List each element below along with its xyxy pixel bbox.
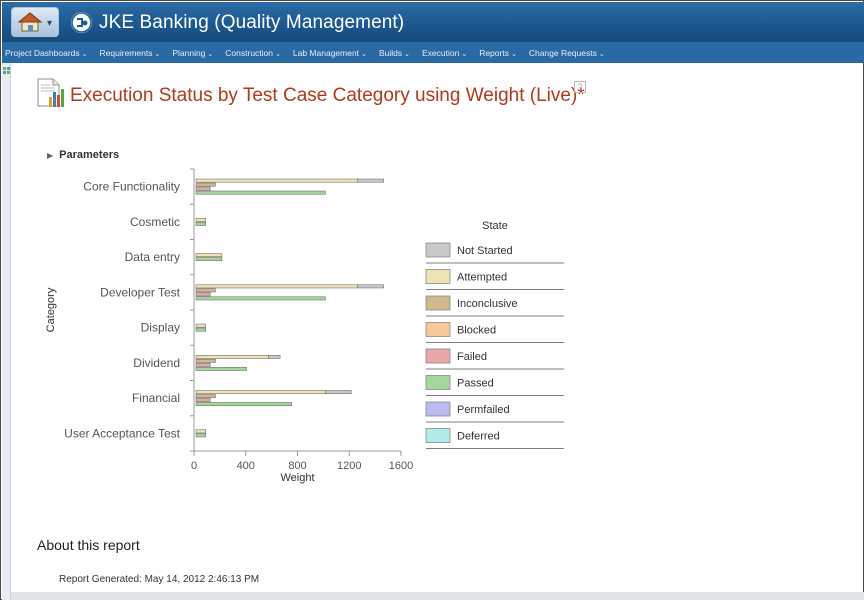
y-tick-label-financial: Financial xyxy=(132,391,180,405)
bar-financial-passed xyxy=(195,402,293,407)
chevron-down-icon: ⌄ xyxy=(404,50,410,58)
menu-requirements[interactable]: Requirements ⌄ xyxy=(100,48,161,58)
x-axis-label: Weight xyxy=(280,472,314,484)
x-tick-label: 1200 xyxy=(337,460,361,472)
menu-project-dashboards[interactable]: Project Dashboards ⌄ xyxy=(5,48,88,58)
bar-core-functionality-attempted xyxy=(195,178,359,183)
y-tick-label-core-functionality: Core Functionality xyxy=(83,180,180,194)
report-icon xyxy=(37,78,64,107)
bar-financial-not-started xyxy=(325,390,352,395)
menu-planning[interactable]: Planning ⌄ xyxy=(172,48,213,58)
legend-label-inconclusive: Inconclusive xyxy=(457,298,518,310)
bar-core-functionality-failed xyxy=(195,186,211,191)
legend-label-deferred: Deferred xyxy=(457,431,500,443)
legend-swatch-inconclusive xyxy=(425,295,451,311)
legend-label-passed: Passed xyxy=(457,378,494,390)
bar-developer-test-passed xyxy=(195,296,326,301)
menu-construction[interactable]: Construction ⌄ xyxy=(225,48,281,58)
legend-swatch-blocked xyxy=(425,322,451,337)
home-icon xyxy=(17,12,43,32)
bar-financial-inconclusive xyxy=(195,394,216,399)
bar-core-functionality-passed xyxy=(195,190,326,195)
chevron-down-icon: ⌄ xyxy=(361,50,367,58)
title-bar: ▾ JKE Banking (Quality Management) xyxy=(2,2,864,42)
grid-icon[interactable] xyxy=(3,67,11,75)
legend-title: State xyxy=(482,220,508,232)
menu-change-requests[interactable]: Change Requests ⌄ xyxy=(529,48,605,58)
bar-financial-failed xyxy=(195,398,211,403)
bottom-scroll-strip[interactable] xyxy=(11,592,864,600)
legend-swatch-passed xyxy=(425,375,451,390)
bar-user-acceptance-test-attempted xyxy=(195,429,207,434)
y-tick-label-developer-test: Developer Test xyxy=(100,285,180,299)
bar-data-entry-attempted xyxy=(195,253,223,258)
triangle-right-icon: ▶ xyxy=(47,151,54,160)
x-tick-label: 1600 xyxy=(389,460,413,472)
menu-builds[interactable]: Builds ⌄ xyxy=(379,48,410,58)
chevron-down-icon: ▾ xyxy=(47,18,53,29)
bar-developer-test-failed xyxy=(195,292,211,297)
menu-reports[interactable]: Reports ⌄ xyxy=(479,48,517,58)
parameters-toggle[interactable]: ▶ Parameters xyxy=(47,149,119,161)
bar-user-acceptance-test-passed xyxy=(195,433,207,438)
parameters-label: Parameters xyxy=(59,149,120,161)
execution-status-chart: Core Functionality Cosmetic Data entry Deve… xyxy=(45,168,564,484)
y-tick-label-display: Display xyxy=(141,321,180,335)
chevron-down-icon: ⌄ xyxy=(275,50,281,58)
report-title: Execution Status by Test Case Category u… xyxy=(70,85,585,106)
bar-dividend-failed xyxy=(195,362,211,367)
bar-developer-test-not-started xyxy=(357,284,384,289)
help-icon[interactable]: ? xyxy=(574,81,586,93)
chevron-down-icon: ⌄ xyxy=(81,50,88,58)
main-menu-bar: Project Dashboards ⌄ Requirements ⌄ Planni… xyxy=(2,42,864,63)
legend-swatch-deferred xyxy=(425,428,451,443)
bar-dividend-inconclusive xyxy=(195,358,216,363)
bar-data-entry-passed xyxy=(195,257,223,262)
bar-cosmetic-passed xyxy=(195,221,207,226)
home-menu-button[interactable]: ▾ xyxy=(11,7,59,37)
legend-label-blocked: Blocked xyxy=(457,325,496,337)
legend-label-failed: Failed xyxy=(457,351,487,363)
x-tick-label: 400 xyxy=(237,460,255,472)
about-report-heading: About this report xyxy=(37,537,140,553)
menu-execution[interactable]: Execution ⌄ xyxy=(422,48,467,58)
chevron-down-icon: ⌄ xyxy=(461,50,468,58)
app-title: JKE Banking (Quality Management) xyxy=(99,12,405,33)
legend-label-attempted: Attempted xyxy=(457,272,507,284)
y-tick-label-data-entry: Data entry xyxy=(125,250,180,264)
legend-label-permfailed: Permfailed xyxy=(457,404,510,416)
chevron-down-icon: ⌄ xyxy=(154,50,161,58)
legend-swatch-permfailed xyxy=(425,401,451,417)
x-tick-label: 0 xyxy=(191,460,197,472)
bar-cosmetic-attempted xyxy=(195,217,207,222)
chevron-down-icon: ⌄ xyxy=(510,50,517,58)
bar-display-attempted xyxy=(195,323,207,328)
bar-core-functionality-inconclusive xyxy=(195,182,216,187)
chevron-down-icon: ⌄ xyxy=(598,50,605,58)
legend-swatch-attempted xyxy=(425,269,451,284)
report-generated-text: Report Generated: May 14, 2012 2:46:13 P… xyxy=(59,574,260,585)
bar-developer-test-inconclusive xyxy=(195,288,216,293)
legend-swatch-not-started xyxy=(425,242,451,258)
menu-lab-management[interactable]: Lab Management ⌄ xyxy=(293,48,367,58)
left-side-strip xyxy=(2,63,11,600)
y-axis-label: Category xyxy=(45,287,57,332)
y-tick-label-cosmetic: Cosmetic xyxy=(130,215,180,229)
legend-label-not-started: Not Started xyxy=(457,245,513,257)
bar-dividend-passed xyxy=(195,366,247,371)
bar-developer-test-attempted xyxy=(195,284,359,289)
jazz-logo-icon xyxy=(71,12,92,33)
x-tick-label: 800 xyxy=(288,460,306,472)
bar-dividend-attempted xyxy=(195,354,269,359)
bar-display-passed xyxy=(195,327,207,332)
y-tick-label-user-acceptance-test: User Acceptance Test xyxy=(64,426,181,440)
legend-swatch-failed xyxy=(425,348,451,364)
bar-dividend-not-started xyxy=(268,354,281,359)
bar-financial-attempted xyxy=(195,390,326,395)
report-window: ▾ JKE Banking (Quality Management) Proje… xyxy=(0,0,864,600)
y-tick-label-dividend: Dividend xyxy=(133,356,180,370)
bar-core-functionality-not-started xyxy=(357,178,384,183)
chevron-down-icon: ⌄ xyxy=(207,50,214,58)
